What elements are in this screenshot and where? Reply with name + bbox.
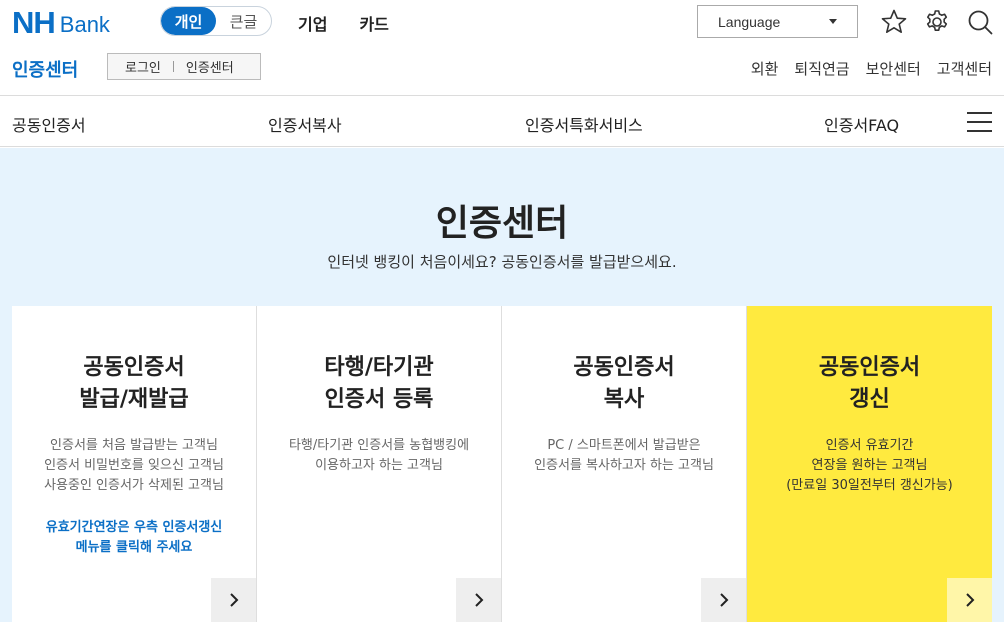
hamburger-menu-icon[interactable] [967, 112, 992, 132]
card-title: 공동인증서 복사 [502, 352, 746, 416]
card-description: 타행/타기관 인증서를 농협뱅킹에 이용하고자 하는 고객님 [257, 436, 501, 476]
card-desc-line: 연장을 원하는 고객님 [811, 458, 928, 473]
card-title: 타행/타기관 인증서 등록 [257, 352, 501, 416]
logo-bank-text: Bank [59, 12, 110, 37]
chevron-right-icon [719, 593, 728, 607]
menu-joint-certificate[interactable]: 공동인증서 [12, 112, 86, 136]
card-title-line: 공동인증서 [83, 355, 185, 380]
hero-section: 인증센터 인터넷 뱅킹이 처음이세요? 공동인증서를 발급받으세요. 공동인증서… [0, 148, 1004, 622]
card-desc-line: (만료일 30일전부터 갱신가능) [786, 478, 953, 493]
card-title-line: 발급/재발급 [79, 387, 189, 412]
hero-title: 인증센터 [435, 203, 569, 244]
card-certificate-copy[interactable]: 공동인증서 복사 PC / 스마트폰에서 발급받은 인증서를 복사하고자 하는 … [502, 306, 747, 622]
star-icon[interactable] [880, 8, 908, 36]
card-arrow-button[interactable] [211, 578, 256, 622]
card-title-line: 복사 [603, 387, 645, 412]
card-arrow-button[interactable] [701, 578, 746, 622]
card-description: PC / 스마트폰에서 발급받은 인증서를 복사하고자 하는 고객님 [502, 436, 746, 476]
menu-certificate-copy[interactable]: 인증서복사 [268, 112, 342, 136]
language-label: Language [718, 13, 781, 30]
segment-personal[interactable]: 개인 [161, 7, 216, 35]
card-title-line: 인증서 등록 [324, 387, 434, 412]
nh-bank-logo[interactable]: NH Bank [12, 6, 110, 38]
section-title[interactable]: 인증센터 [12, 56, 78, 82]
card-note-line: 메뉴를 클릭해 주세요 [75, 540, 193, 555]
chevron-right-icon [474, 593, 483, 607]
card-desc-line: 사용중인 인증서가 삭제된 고객님 [44, 478, 224, 493]
card-title-line: 공동인증서 [573, 355, 675, 380]
card-title: 공동인증서 갱신 [747, 352, 992, 416]
link-foreign-exchange[interactable]: 외환 [751, 58, 779, 79]
utility-links: 외환 퇴직연금 보안센터 고객센터 [751, 58, 992, 79]
caret-down-icon [829, 19, 837, 24]
card-title-line: 공동인증서 [818, 355, 921, 380]
nav-card[interactable]: 카드 [359, 11, 388, 35]
card-description: 인증서를 처음 발급받는 고객님 인증서 비밀번호를 잊으신 고객님 사용중인 … [12, 436, 256, 496]
card-title-line: 타행/타기관 [324, 355, 434, 380]
top-header: NH Bank 개인 큰글 기업 카드 Language [0, 0, 1004, 44]
card-arrow-button[interactable] [947, 578, 992, 622]
card-desc-line: PC / 스마트폰에서 발급받은 [547, 438, 701, 453]
card-desc-line: 인증서를 복사하고자 하는 고객님 [534, 458, 714, 473]
card-description: 인증서 유효기간 연장을 원하는 고객님 (만료일 30일전부터 갱신가능) [747, 436, 992, 496]
link-customer-center[interactable]: 고객센터 [937, 58, 992, 79]
view-mode-toggle: 개인 큰글 [160, 6, 272, 36]
card-desc-line: 인증서 유효기간 [825, 438, 914, 453]
card-desc-line: 타행/타기관 인증서를 농협뱅킹에 [288, 438, 470, 453]
search-icon[interactable] [966, 8, 994, 36]
card-title: 공동인증서 발급/재발급 [12, 352, 256, 416]
sub-header: 인증센터 로그인 인증센터 외환 퇴직연금 보안센터 고객센터 [0, 44, 1004, 96]
cert-center-button[interactable]: 인증센터 [186, 57, 234, 76]
chevron-right-icon [229, 593, 238, 607]
card-desc-line: 인증서를 처음 발급받는 고객님 [50, 438, 218, 453]
card-note: 유효기간연장은 우측 인증서갱신 메뉴를 클릭해 주세요 [12, 518, 256, 558]
segment-large-text[interactable]: 큰글 [216, 7, 271, 35]
service-cards: 공동인증서 발급/재발급 인증서를 처음 발급받는 고객님 인증서 비밀번호를 … [12, 306, 992, 622]
top-nav: 기업 카드 [298, 11, 389, 35]
quick-buttons: 로그인 인증센터 [107, 53, 261, 80]
card-desc-line: 인증서 비밀번호를 잊으신 고객님 [44, 458, 224, 473]
chevron-right-icon [965, 593, 974, 607]
login-button[interactable]: 로그인 [125, 57, 161, 76]
link-pension[interactable]: 퇴직연금 [794, 58, 849, 79]
language-select[interactable]: Language [697, 5, 858, 38]
card-certificate-renewal[interactable]: 공동인증서 갱신 인증서 유효기간 연장을 원하는 고객님 (만료일 30일전부… [747, 306, 992, 622]
card-note-line: 유효기간연장은 우측 인증서갱신 [45, 520, 223, 535]
menu-special-services[interactable]: 인증서특화서비스 [525, 112, 643, 136]
card-arrow-button[interactable] [456, 578, 501, 622]
hero-description: 인터넷 뱅킹이 처음이세요? 공동인증서를 발급받으세요. [327, 253, 677, 271]
link-security-center[interactable]: 보안센터 [866, 58, 921, 79]
card-other-bank-register[interactable]: 타행/타기관 인증서 등록 타행/타기관 인증서를 농협뱅킹에 이용하고자 하는… [257, 306, 502, 622]
card-desc-line: 이용하고자 하는 고객님 [315, 458, 443, 473]
main-menu: 공동인증서 인증서복사 인증서특화서비스 인증서FAQ [0, 97, 1004, 147]
card-issue-reissue[interactable]: 공동인증서 발급/재발급 인증서를 처음 발급받는 고객님 인증서 비밀번호를 … [12, 306, 257, 622]
card-title-line: 갱신 [849, 387, 890, 412]
divider [172, 61, 174, 72]
nav-corporate[interactable]: 기업 [298, 11, 327, 35]
menu-certificate-faq[interactable]: 인증서FAQ [824, 112, 899, 136]
logo-nh-text: NH [12, 5, 56, 40]
gear-icon[interactable] [923, 8, 951, 36]
